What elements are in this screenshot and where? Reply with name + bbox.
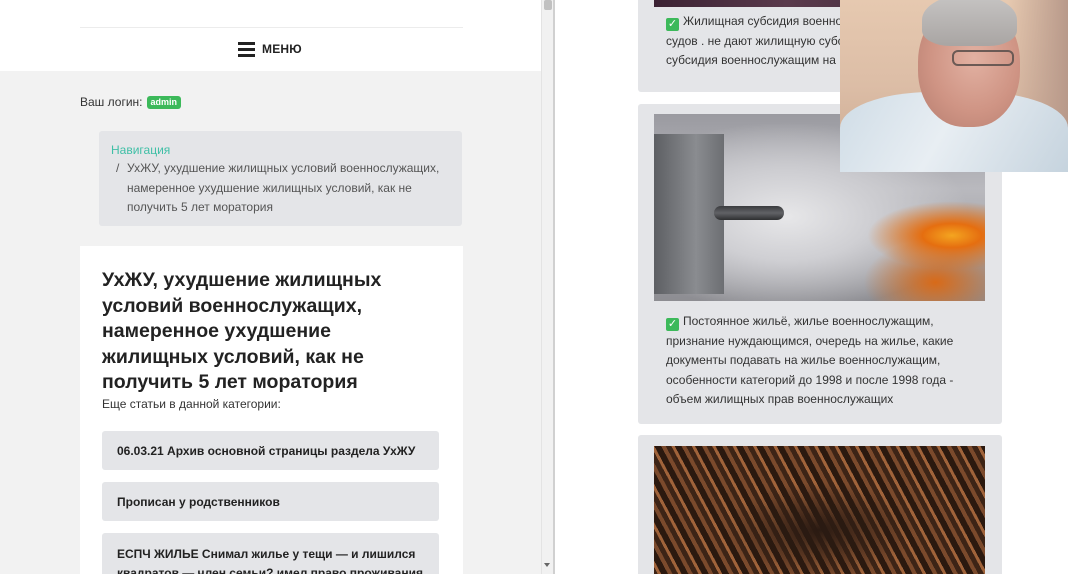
article-preview-text[interactable]: ✓ Постоянное жильё, жилье военнослужащим,…: [666, 312, 976, 410]
more-articles-label: Еще статьи в данной категории:: [102, 397, 281, 411]
breadcrumb-separator: /: [116, 161, 120, 175]
breadcrumb-nav-link[interactable]: Навигация: [111, 142, 450, 158]
breadcrumb: Навигация / УхЖУ, ухудшение жилищных усл…: [99, 131, 462, 226]
article-preview-card[interactable]: [638, 435, 1002, 574]
checkmark-icon: ✓: [666, 318, 679, 331]
menu-button[interactable]: МЕНЮ: [238, 39, 302, 59]
article-preview-label: Постоянное жильё, жилье военнослужащим, …: [666, 314, 954, 406]
vertical-scrollbar[interactable]: [541, 0, 553, 574]
login-label: Ваш логин:: [80, 95, 143, 109]
related-article-link[interactable]: Прописан у родственников: [102, 482, 439, 521]
webcam-overlay: [840, 0, 1068, 172]
breadcrumb-current-label: УхЖУ, ухудшение жилищных условий военнос…: [127, 161, 440, 214]
scrollbar-thumb[interactable]: [544, 0, 552, 10]
hamburger-icon: [238, 41, 255, 57]
username-badge: admin: [146, 95, 182, 109]
related-article-link[interactable]: 06.03.21 Архив основной страницы раздела…: [102, 431, 439, 470]
site-header: МЕНЮ: [0, 0, 541, 71]
related-article-link[interactable]: ЕСПЧ ЖИЛЬЕ Снимал жилье у тещи — и лишил…: [102, 533, 439, 574]
presenter-hair: [922, 0, 1017, 46]
page-title: УхЖУ, ухудшение жилищных условий военнос…: [102, 269, 382, 393]
checkmark-icon: ✓: [666, 18, 679, 31]
login-info: Ваш логин: admin: [80, 95, 182, 109]
article-thumbnail-image[interactable]: [654, 446, 985, 574]
breadcrumb-current: / УхЖУ, ухудшение жилищных условий военн…: [111, 159, 457, 218]
left-browser-pane: МЕНЮ Ваш логин: admin Навигация / УхЖУ, …: [0, 0, 541, 574]
scroll-down-arrow-icon[interactable]: [544, 563, 550, 567]
header-divider: [80, 27, 463, 28]
article-card: УхЖУ, ухудшение жилищных условий военнос…: [80, 246, 463, 574]
menu-label: МЕНЮ: [262, 42, 302, 56]
glasses-icon: [952, 50, 1014, 66]
